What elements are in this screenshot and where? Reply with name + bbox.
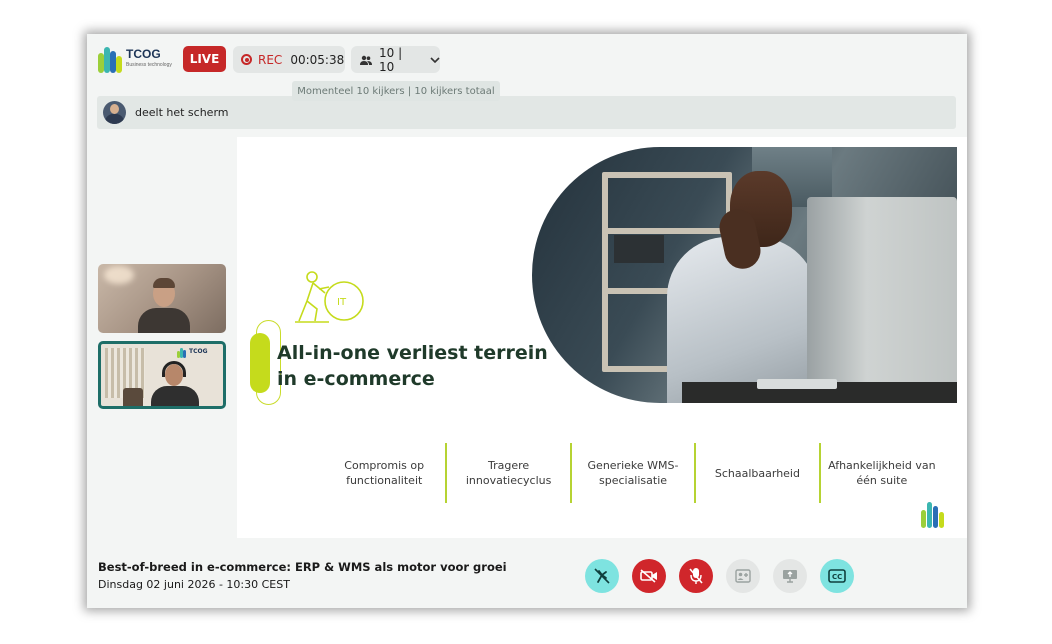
- shared-slide: IT All-in-one verliest terrein in e-comm…: [237, 137, 967, 538]
- add-participant-button[interactable]: [726, 559, 760, 593]
- viewers-count: 10 | 10: [379, 45, 403, 74]
- meeting-window: TCOG Business technology LIVE REC 00:05:…: [87, 34, 967, 608]
- share-status-text: deelt het scherm: [135, 106, 229, 119]
- event-date: Dinsdag 02 juni 2026 - 10:30 CEST: [98, 578, 290, 591]
- slide-photo: [532, 147, 957, 403]
- hand-off-icon: [594, 568, 610, 584]
- avatar: [103, 101, 126, 124]
- viewers-dropdown[interactable]: 10 | 10: [351, 45, 440, 74]
- captions-icon: CC: [828, 569, 846, 583]
- slide-logo-icon: [921, 500, 947, 528]
- slide-column: Generieke WMS- specialisatie: [587, 459, 679, 487]
- chevron-down-icon: [430, 56, 440, 63]
- microphone-toggle-button[interactable]: [679, 559, 713, 593]
- viewers-tooltip: Momenteel 10 kijkers | 10 kijkers totaal: [292, 81, 500, 101]
- tcog-logo: TCOG Business technology: [98, 46, 178, 74]
- slide-column: Schaalbaarheid: [714, 466, 800, 480]
- raise-hand-button[interactable]: [585, 559, 619, 593]
- slide-column: Afhankelijkheid van één suite: [828, 459, 936, 487]
- slide-column: Tragere innovatiecyclus: [465, 459, 552, 487]
- camera-toggle-button[interactable]: [632, 559, 666, 593]
- people-icon: [360, 55, 372, 65]
- event-title: Best-of-breed in e-commerce: ERP & WMS a…: [98, 560, 507, 574]
- logo-tagline: Business technology: [126, 62, 172, 68]
- live-badge: LIVE: [183, 46, 226, 72]
- meeting-controls: CC: [585, 559, 854, 593]
- captions-button[interactable]: CC: [820, 559, 854, 593]
- logo-name: TCOG: [126, 47, 161, 61]
- record-icon: [241, 54, 252, 65]
- slide-column: Compromis op functionaliteit: [344, 459, 425, 487]
- mic-off-icon: [689, 568, 703, 584]
- slide-title: All-in-one verliest terrein in e-commerc…: [277, 342, 548, 390]
- participant-video-tile-active[interactable]: TCOG: [98, 341, 226, 409]
- rec-label: REC: [258, 52, 283, 67]
- share-screen-button[interactable]: [773, 559, 807, 593]
- svg-text:CC: CC: [832, 573, 842, 581]
- participant-video-tile[interactable]: [98, 264, 226, 333]
- clock-illustration-icon: IT: [295, 271, 364, 323]
- recording-indicator: REC 00:05:38: [233, 46, 345, 73]
- camera-off-icon: [640, 569, 657, 583]
- svg-text:IT: IT: [337, 297, 347, 308]
- rec-timer: 00:05:38: [290, 52, 345, 67]
- add-participant-icon: [735, 569, 751, 583]
- slide-accent-bar: [250, 333, 270, 393]
- slide-columns: Compromis op functionaliteit Tragere inn…: [323, 443, 943, 503]
- tile-logo: TCOG: [177, 348, 208, 358]
- screen-share-banner: deelt het scherm: [97, 96, 956, 129]
- screen-share-icon: [783, 570, 797, 583]
